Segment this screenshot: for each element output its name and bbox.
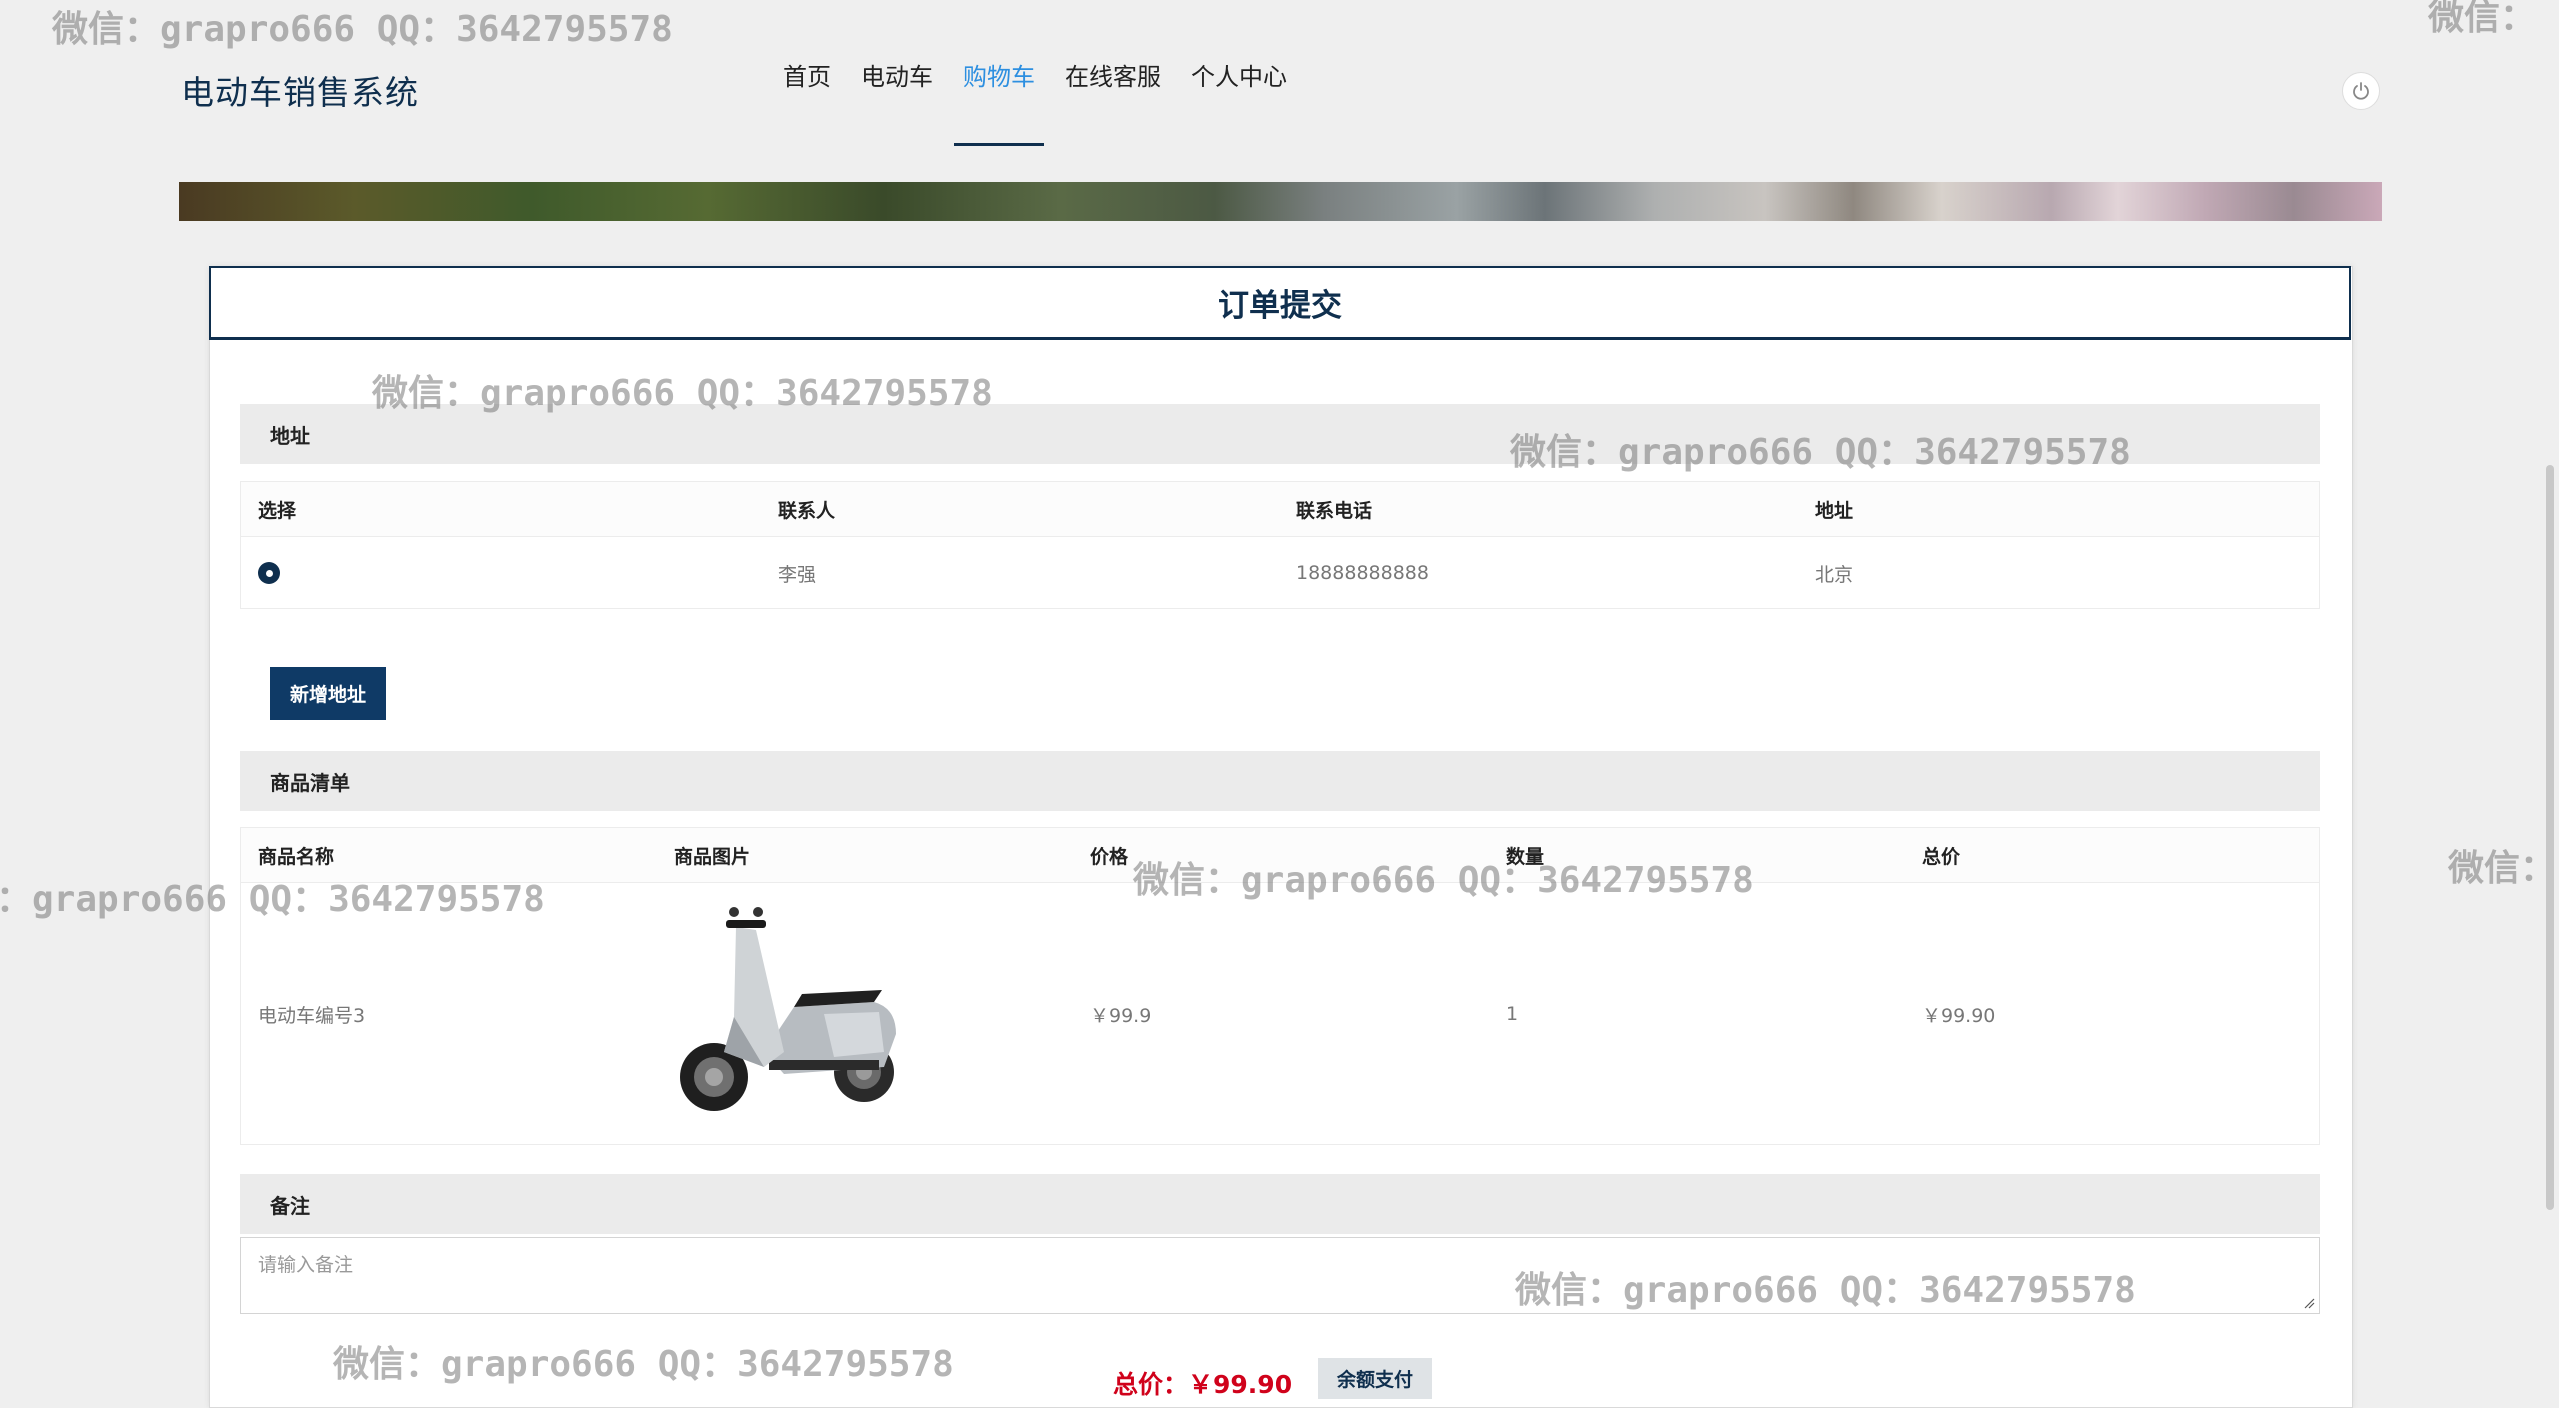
col-total: 总价 [1922, 845, 1961, 868]
col-contact: 联系人 [778, 499, 836, 522]
col-price: 价格 [1090, 845, 1129, 868]
resize-grip-icon[interactable] [2303, 1297, 2315, 1309]
balance-pay-button[interactable]: 余额支付 [1318, 1358, 1432, 1399]
col-select: 选择 [258, 499, 297, 522]
logout-button[interactable] [2342, 72, 2380, 110]
col-phone: 联系电话 [1296, 499, 1373, 522]
address-table: 选择 联系人 联系电话 地址 李强 18888888888 北京 [240, 481, 2320, 609]
main-nav: 首页 电动车 购物车 在线客服 个人中心 [768, 0, 1302, 148]
goods-table-header: 商品名称 商品图片 价格 数量 总价 [241, 828, 2319, 883]
product-name: 电动车编号3 [258, 1004, 366, 1027]
goods-table: 商品名称 商品图片 价格 数量 总价 电动车编号3 ￥99.9 1 ￥99.90 [240, 827, 2320, 1145]
address-section-header: 地址 [240, 404, 2320, 464]
product-price: ￥99.9 [1090, 1004, 1152, 1027]
order-title: 订单提交 [209, 266, 2351, 340]
contact-phone: 18888888888 [1296, 562, 1429, 584]
nav-home[interactable]: 首页 [768, 0, 846, 148]
nav-profile[interactable]: 个人中心 [1176, 0, 1302, 148]
col-quantity: 数量 [1506, 845, 1545, 868]
nav-ebikes[interactable]: 电动车 [846, 0, 948, 148]
power-icon [2353, 82, 2369, 100]
product-quantity: 1 [1506, 1003, 1519, 1025]
site-brand: 电动车销售系统 [181, 73, 419, 112]
remark-input[interactable] [240, 1237, 2320, 1314]
address-radio[interactable] [258, 562, 280, 584]
banner-image [179, 182, 2382, 221]
total-value: ￥99.90 [1188, 1370, 1293, 1399]
col-address: 地址 [1815, 499, 1854, 522]
watermark: 微信： [2448, 848, 2557, 889]
table-row: 电动车编号3 ￥99.9 1 ￥99.90 [241, 883, 2319, 1145]
nav-cart[interactable]: 购物车 [948, 0, 1050, 148]
nav-support[interactable]: 在线客服 [1050, 0, 1176, 148]
watermark: 微信：grapro666 QQ：3642795578 [52, 9, 673, 50]
page-scrollbar[interactable] [2546, 465, 2554, 1210]
product-total: ￥99.90 [1922, 1004, 1996, 1027]
add-address-button[interactable]: 新增地址 [270, 667, 386, 720]
watermark: 微信： [2428, 0, 2537, 38]
goods-section-header: 商品清单 [240, 751, 2320, 811]
contact-address: 北京 [1815, 563, 1854, 586]
remark-section-header: 备注 [240, 1174, 2320, 1234]
order-total: 总价：￥99.90 [1113, 1365, 1292, 1401]
scooter-image [680, 906, 896, 1111]
contact-name: 李强 [778, 563, 817, 586]
address-table-header: 选择 联系人 联系电话 地址 [241, 482, 2319, 537]
col-product-image: 商品图片 [674, 845, 751, 868]
col-product-name: 商品名称 [258, 845, 335, 868]
total-label: 总价： [1113, 1370, 1189, 1399]
table-row: 李强 18888888888 北京 [241, 537, 2319, 609]
